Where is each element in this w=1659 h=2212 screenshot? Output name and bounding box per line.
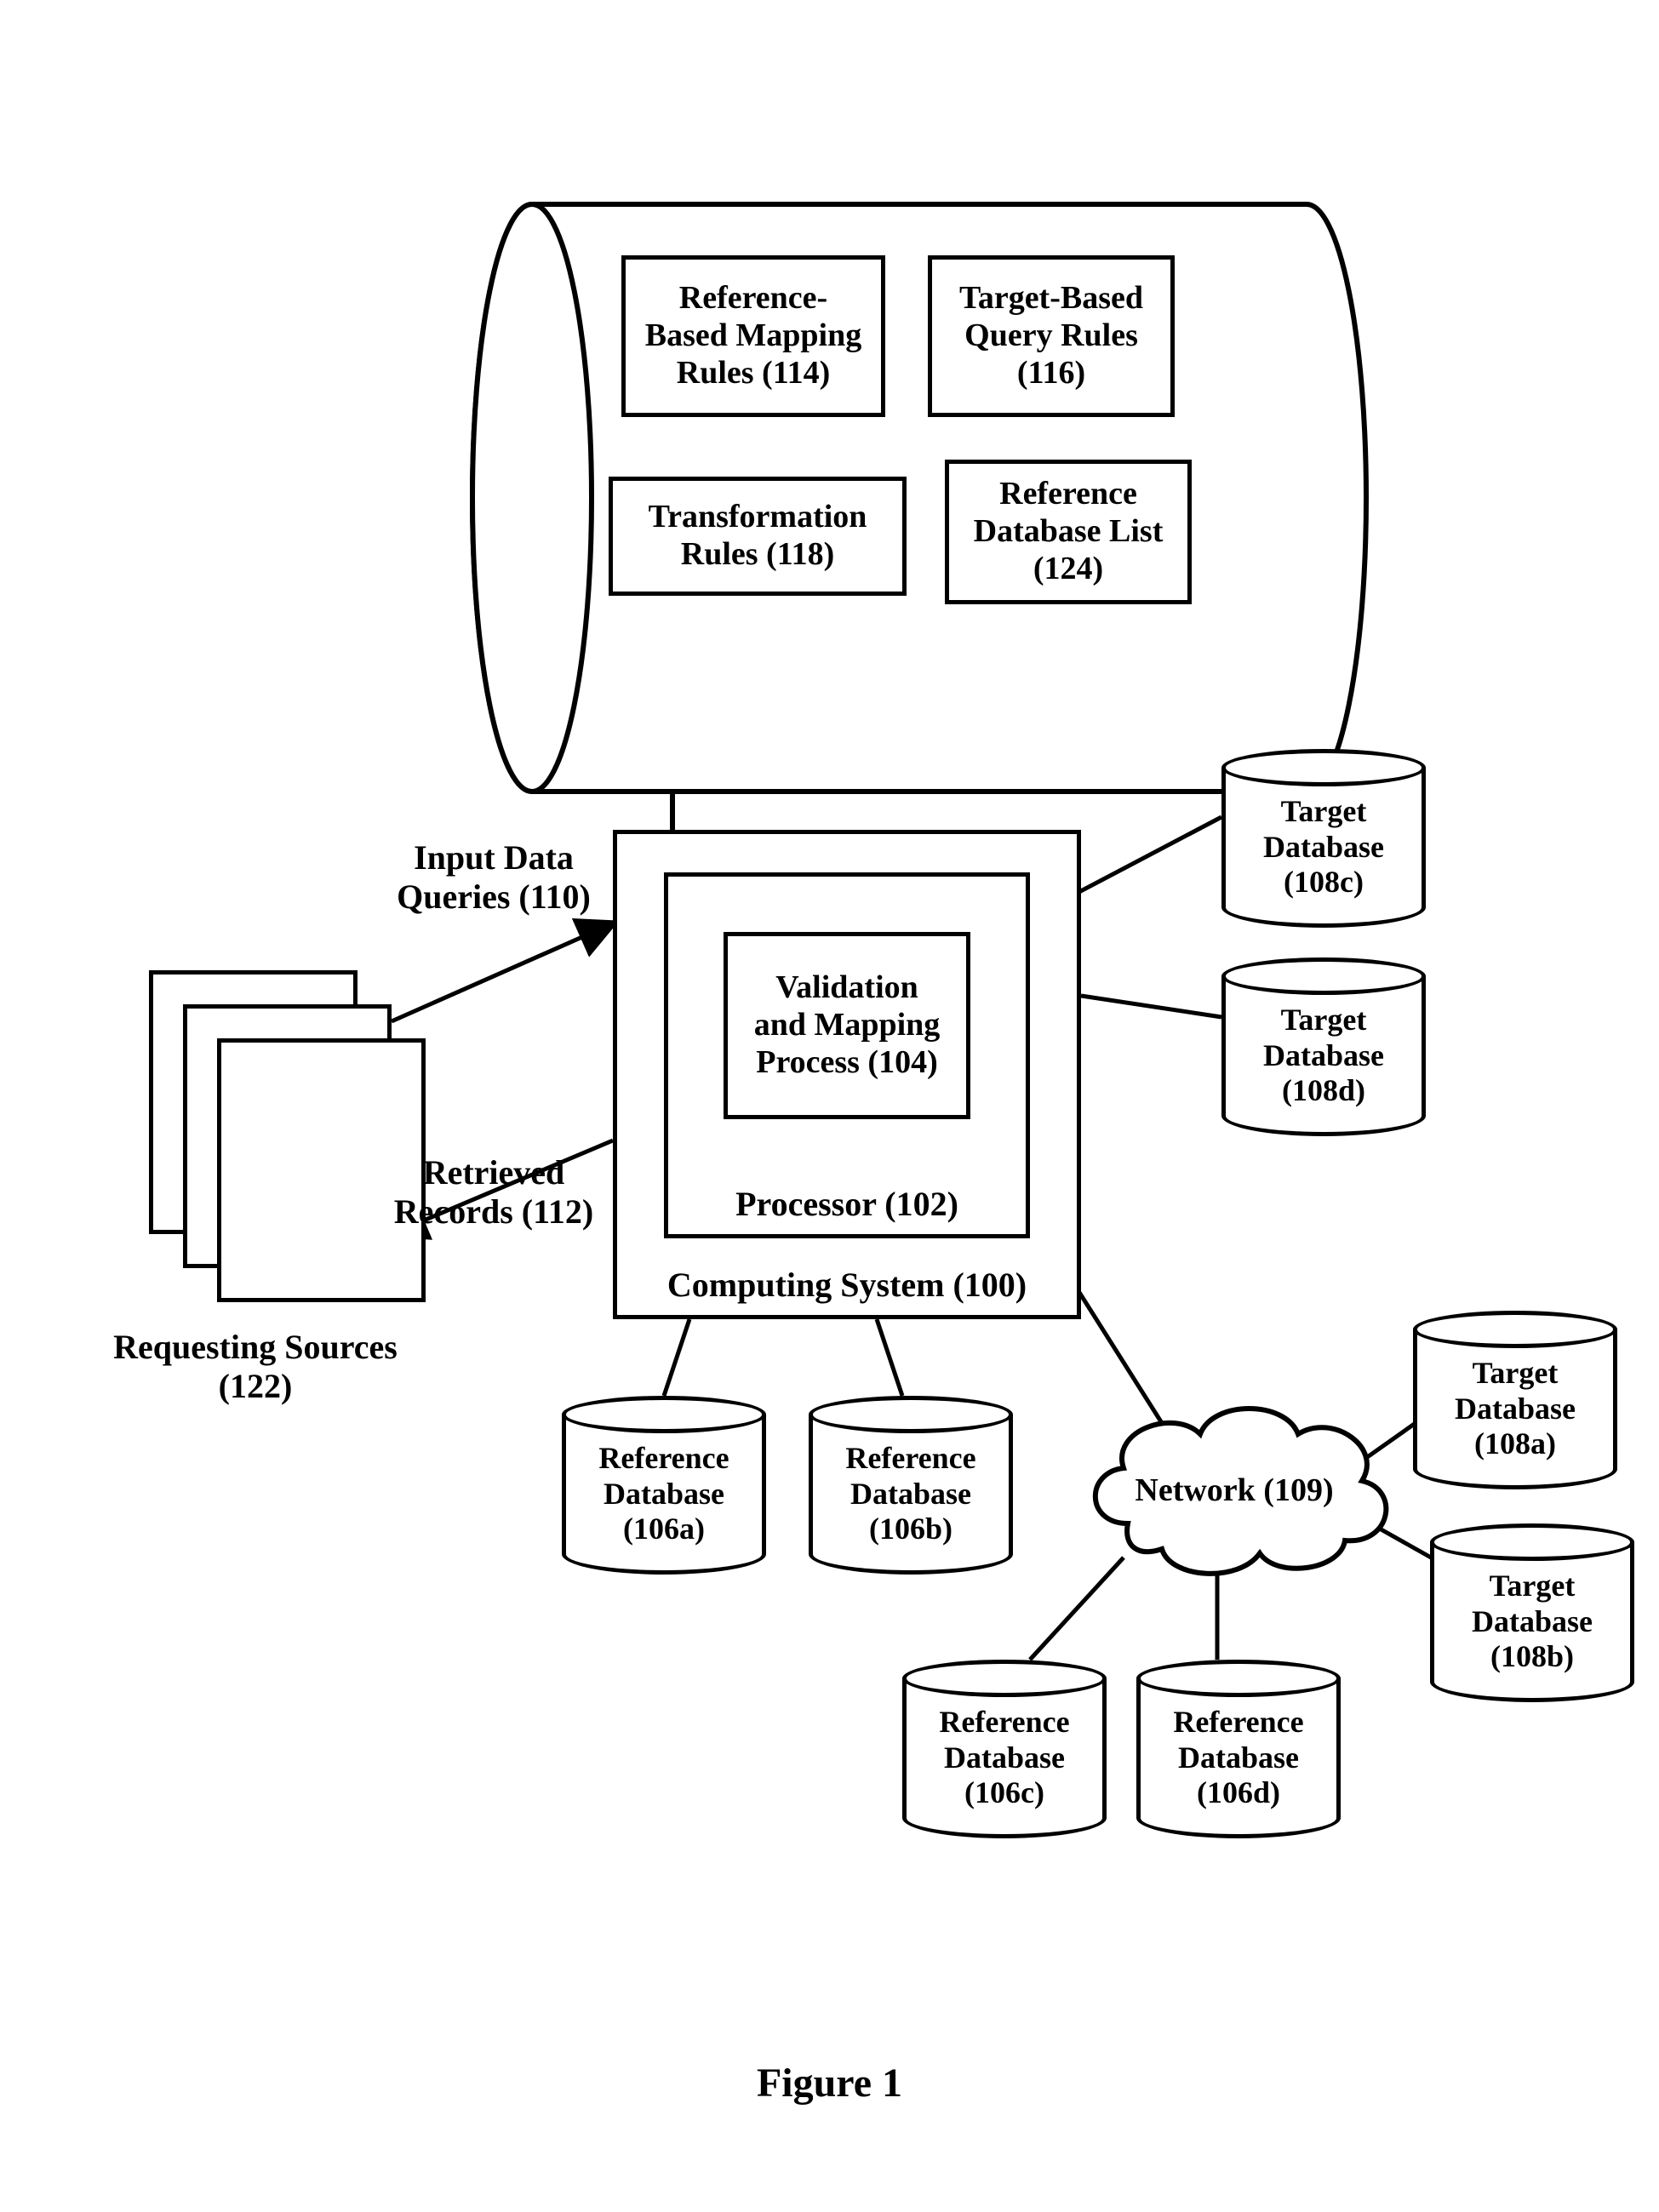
text: (122)	[85, 1367, 426, 1406]
label-retrieved-records: Retrieved Records (112)	[387, 1153, 600, 1232]
box-ref-mapping-rules: Reference- Based Mapping Rules (114)	[621, 255, 885, 417]
text: Database	[1455, 1392, 1576, 1426]
text: Reference	[598, 1441, 729, 1476]
box-validation-mapping: Validation and Mapping Process (104)	[724, 932, 970, 1119]
text: Database	[850, 1477, 971, 1512]
cyl-target-db-108d: Target Database (108d)	[1221, 957, 1426, 1136]
text: (108d)	[1282, 1073, 1365, 1108]
text: Requesting Sources	[85, 1328, 426, 1367]
label-network: Network (109)	[1124, 1472, 1345, 1510]
text: Database List	[974, 513, 1164, 551]
text: Process (104)	[756, 1044, 938, 1082]
text: Target	[1473, 1356, 1559, 1391]
text: Target	[1281, 794, 1367, 829]
text: Rules (114)	[677, 355, 831, 392]
text: (108a)	[1474, 1426, 1556, 1461]
text: Database	[1178, 1740, 1299, 1775]
text: Target	[1281, 1003, 1367, 1037]
text: Processor (102)	[735, 1185, 958, 1224]
text: Input Data	[383, 838, 604, 877]
cyl-ref-db-106d: Reference Database (106d)	[1136, 1660, 1341, 1838]
text: Figure 1	[757, 2061, 902, 2106]
text: Retrieved	[387, 1153, 600, 1192]
text: (106c)	[964, 1775, 1044, 1810]
cyl-target-db-108a: Target Database (108a)	[1413, 1311, 1617, 1489]
cyl-target-db-108c: Target Database (108c)	[1221, 749, 1426, 928]
text: Reference	[1173, 1705, 1303, 1740]
cyl-target-db-108b: Target Database (108b)	[1430, 1523, 1634, 1702]
text: Database	[1472, 1604, 1593, 1639]
text: Reference-	[679, 280, 827, 317]
text: Based Mapping	[645, 317, 861, 355]
figure-caption: Figure 1	[0, 2060, 1659, 2106]
text: (124)	[1033, 551, 1103, 588]
label-requesting-sources: Requesting Sources (122)	[85, 1328, 426, 1406]
text: Database	[604, 1477, 724, 1512]
text: Validation	[775, 969, 918, 1007]
text: Reference	[845, 1441, 975, 1476]
text: (106d)	[1197, 1775, 1280, 1810]
text: Rules (118)	[681, 536, 835, 574]
text: Database	[1263, 1038, 1384, 1073]
text: (108c)	[1284, 865, 1364, 900]
text: Database	[1263, 830, 1384, 865]
text: Network (109)	[1135, 1472, 1333, 1508]
text: Query Rules	[964, 317, 1138, 355]
diagram-canvas: Reference- Based Mapping Rules (114) Tar…	[0, 0, 1659, 2212]
text: Reference	[999, 476, 1137, 513]
text: Reference	[939, 1705, 1069, 1740]
label-input-data-queries: Input Data Queries (110)	[383, 838, 604, 917]
text: and Mapping	[754, 1007, 941, 1044]
text: Records (112)	[387, 1192, 600, 1232]
text: (108b)	[1490, 1639, 1574, 1674]
cyl-ref-db-106b: Reference Database (106b)	[809, 1396, 1013, 1575]
text: Computing System (100)	[667, 1266, 1027, 1305]
box-transformation-rules: Transformation Rules (118)	[609, 477, 907, 596]
text: Transformation	[649, 499, 867, 536]
text: Target-Based	[959, 280, 1143, 317]
rules-cylinder-svg	[468, 200, 1370, 796]
text: (106b)	[869, 1512, 952, 1546]
text: Target	[1490, 1569, 1576, 1603]
box-target-query-rules: Target-Based Query Rules (116)	[928, 255, 1175, 417]
text: (116)	[1017, 355, 1085, 392]
cyl-ref-db-106c: Reference Database (106c)	[902, 1660, 1107, 1838]
box-ref-db-list: Reference Database List (124)	[945, 460, 1192, 604]
text: (106a)	[623, 1512, 705, 1546]
rules-cylinder	[468, 200, 1370, 800]
text: Database	[944, 1740, 1065, 1775]
cyl-ref-db-106a: Reference Database (106a)	[562, 1396, 766, 1575]
text: Queries (110)	[383, 877, 604, 917]
